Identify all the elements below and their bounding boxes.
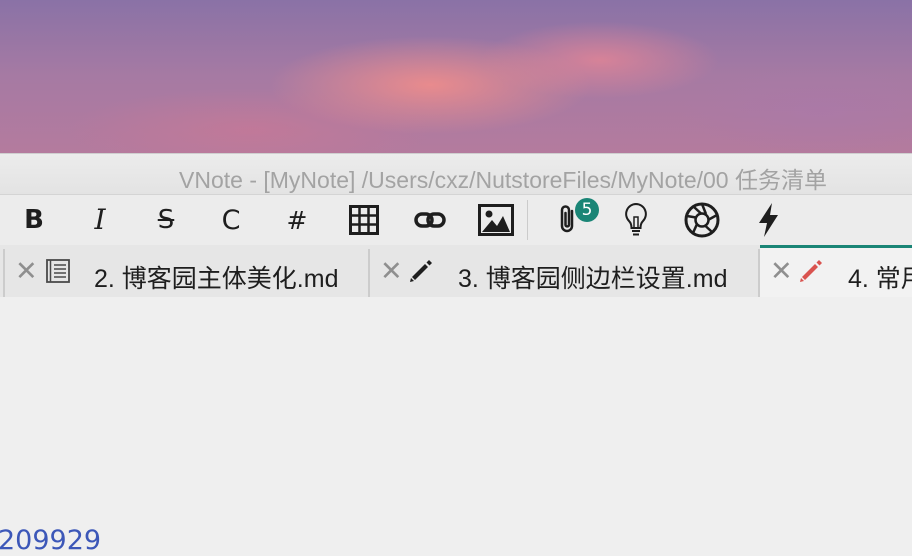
desktop-wallpaper (0, 0, 912, 153)
read-mode-icon (46, 259, 70, 283)
code-icon: C (221, 204, 241, 236)
aperture-icon (684, 202, 720, 238)
editor-text: 209929 (0, 525, 102, 556)
tab-close-icon[interactable]: ✕ (770, 258, 793, 285)
editor-content[interactable]: 209929 (0, 297, 912, 556)
inline-code-button[interactable]: C (211, 200, 251, 240)
window-title: VNote - [MyNote] /Users/cxz/NutstoreFile… (179, 167, 827, 193)
window-titlebar[interactable]: VNote - [MyNote] /Users/cxz/NutstoreFile… (0, 153, 912, 195)
link-button[interactable] (410, 200, 450, 240)
flash-icon (759, 203, 778, 237)
tab-close-icon[interactable]: ✕ (15, 258, 38, 285)
italic-button[interactable]: I (80, 200, 120, 240)
edit-mode-icon (800, 260, 822, 282)
heading-button[interactable]: # (277, 200, 317, 240)
table-button[interactable] (344, 200, 384, 240)
suggestion-button[interactable] (616, 200, 656, 240)
edit-mode-icon (410, 260, 432, 282)
tab-common-active[interactable]: ✕ 4. 常用 (760, 245, 912, 297)
link-icon (414, 212, 446, 228)
tab-bar: ✕ 2. 博客园主体美化.md ✕ 3. 博客园侧边栏设置.md ✕ 4. 常用 (0, 245, 912, 297)
editor-toolbar: B I S C # (0, 195, 912, 245)
table-icon (349, 205, 379, 235)
capture-button[interactable] (682, 200, 722, 240)
heading-icon: # (286, 205, 308, 235)
lightbulb-icon (625, 202, 647, 236)
attachment-count-badge: 5 (575, 198, 599, 222)
bold-icon: B (24, 205, 44, 235)
image-button[interactable] (476, 200, 516, 240)
toolbar-separator (527, 200, 528, 240)
bold-button[interactable]: B (14, 200, 54, 240)
tab-label: 4. 常用 (848, 265, 912, 293)
flash-button[interactable] (748, 200, 788, 240)
tab-blog-sidebar-settings[interactable]: ✕ 3. 博客园侧边栏设置.md (370, 245, 758, 297)
strikethrough-icon: S (157, 205, 175, 235)
tab-label: 2. 博客园主体美化.md (94, 265, 339, 293)
tab-blog-main-style[interactable]: ✕ 2. 博客园主体美化.md (5, 245, 368, 297)
tab-close-icon[interactable]: ✕ (380, 258, 403, 285)
italic-icon: I (94, 203, 106, 236)
image-icon (478, 204, 514, 236)
tab-label: 3. 博客园侧边栏设置.md (458, 265, 728, 293)
strikethrough-button[interactable]: S (146, 200, 186, 240)
